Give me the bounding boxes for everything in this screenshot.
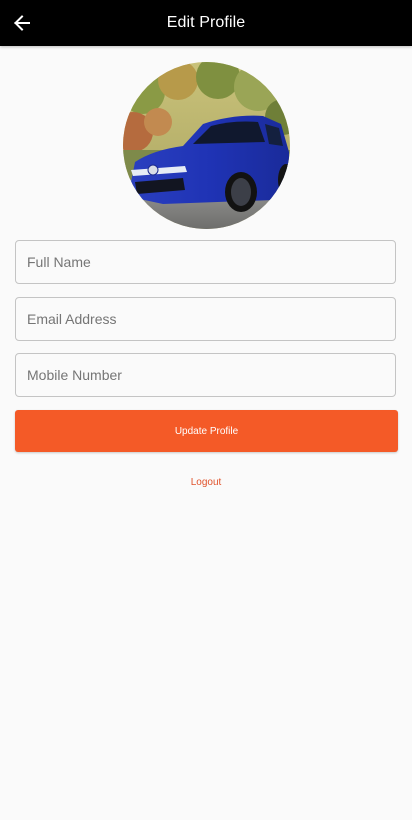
update-profile-button[interactable]: Update Profile (15, 410, 398, 452)
page-title: Edit Profile (166, 14, 246, 31)
avatar[interactable] (123, 62, 290, 229)
avatar-image (123, 62, 290, 229)
full-name-input[interactable] (15, 240, 396, 284)
arrow-left-icon (14, 15, 30, 31)
back-button[interactable] (6, 5, 38, 41)
mobile-number-input[interactable] (15, 353, 396, 397)
app-bar: Edit Profile (0, 0, 412, 46)
email-input[interactable] (15, 297, 396, 341)
logout-link[interactable]: Logout (176, 472, 236, 492)
